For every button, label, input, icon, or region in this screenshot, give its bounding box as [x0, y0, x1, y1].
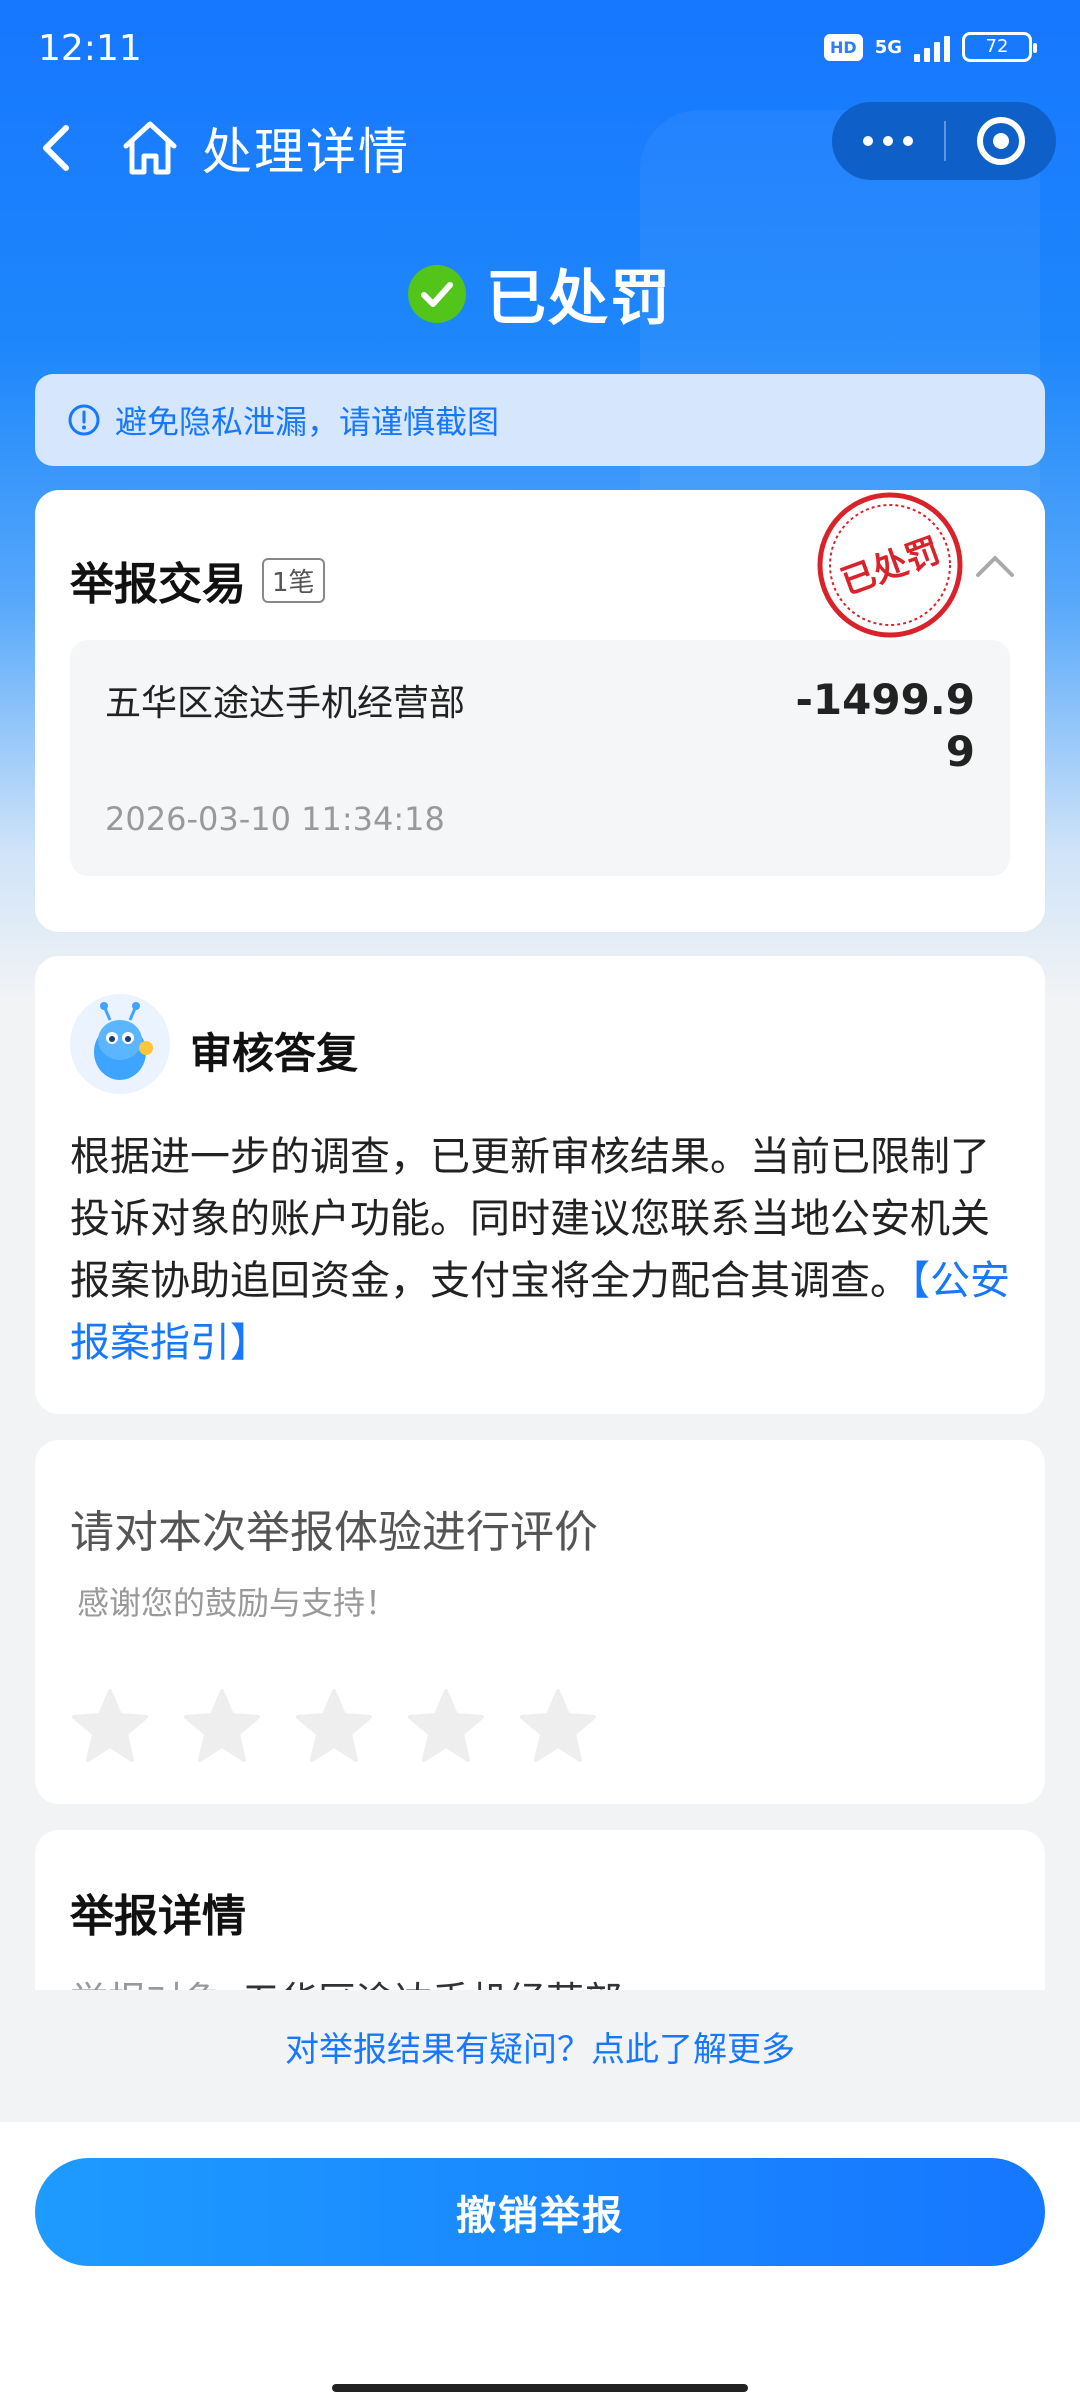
battery-icon: 72	[962, 32, 1037, 62]
hd-icon: HD	[824, 33, 863, 61]
transaction-title: 举报交易	[70, 559, 246, 610]
bottom-action-bar: 撤销举报	[0, 2122, 1080, 2408]
mascot-avatar	[70, 994, 170, 1094]
cancel-report-button[interactable]: 撤销举报	[35, 2158, 1045, 2266]
transaction-header: 举报交易 1笔	[70, 548, 325, 612]
transaction-card: 举报交易 1笔 已处罚 五华区途达手机经营部 -1499.99 2026-03-…	[35, 490, 1045, 932]
star-icon[interactable]	[518, 1686, 598, 1766]
notice-text: 避免隐私泄漏，请谨慎截图	[115, 403, 500, 441]
transaction-date: 2026-03-10 11:34:18	[105, 800, 445, 838]
transaction-item[interactable]: 五华区途达手机经营部 -1499.99 2026-03-10 11:34:18	[70, 640, 1010, 876]
star-rating[interactable]	[70, 1686, 598, 1766]
detail-title: 举报详情	[70, 1891, 246, 1942]
review-text: 根据进一步的调查，已更新审核结果。当前已限制了投诉对象的账户功能。同时建议您联系…	[70, 1134, 990, 1304]
signal-icon	[914, 32, 950, 62]
info-icon	[68, 404, 100, 436]
merchant-name: 五华区途达手机经营部	[105, 683, 466, 724]
status-icons: HD 5G 72	[824, 32, 1037, 62]
detail-value: 五华区途达手机经营部	[242, 1979, 622, 1990]
status-text: 已处罚	[486, 264, 672, 334]
rating-subtitle: 感谢您的鼓励与支持！	[77, 1584, 398, 1622]
chevron-left-icon[interactable]	[30, 118, 90, 178]
home-indicator	[332, 2384, 748, 2392]
review-reply-card: 审核答复 根据进一步的调查，已更新审核结果。当前已限制了投诉对象的账户功能。同时…	[35, 956, 1045, 1414]
privacy-notice: 避免隐私泄漏，请谨慎截图	[35, 374, 1045, 466]
network-type: 5G	[874, 36, 902, 58]
navigation-bar: 处理详情	[0, 100, 1080, 220]
more-dots-icon[interactable]	[832, 102, 944, 180]
star-icon[interactable]	[294, 1686, 374, 1766]
rating-title: 请对本次举报体验进行评价	[70, 1507, 598, 1558]
clock: 12:11	[38, 28, 142, 69]
report-detail-card: 举报详情 举报对象 五华区途达手机经营部	[35, 1830, 1045, 1990]
transaction-count-badge: 1笔	[262, 557, 325, 603]
rating-card: 请对本次举报体验进行评价 感谢您的鼓励与支持！	[35, 1440, 1045, 1804]
transaction-amount: -1499.99	[795, 675, 975, 776]
page-title: 处理详情	[202, 123, 410, 181]
detail-label: 举报对象	[70, 1979, 222, 1990]
miniapp-capsule	[832, 102, 1056, 180]
star-icon[interactable]	[70, 1686, 150, 1766]
chevron-up-icon[interactable]	[970, 545, 1020, 585]
detail-row: 举报对象 五华区途达手机经营部	[70, 1970, 622, 1990]
stamp-text: 已处罚	[836, 531, 946, 603]
result-status: 已处罚	[0, 250, 1080, 337]
star-icon[interactable]	[406, 1686, 486, 1766]
question-link[interactable]: 对举报结果有疑问？点此了解更多	[0, 1990, 1080, 2102]
target-icon[interactable]	[946, 102, 1056, 180]
penalty-stamp: 已处罚	[817, 492, 963, 638]
status-bar: 12:11 HD 5G 72	[0, 0, 1080, 100]
review-body: 根据进一步的调查，已更新审核结果。当前已限制了投诉对象的账户功能。同时建议您联系…	[70, 1126, 1020, 1374]
home-icon[interactable]	[118, 116, 182, 180]
star-icon[interactable]	[182, 1686, 262, 1766]
check-circle-icon	[408, 264, 466, 323]
review-title: 审核答复	[190, 1029, 359, 1078]
